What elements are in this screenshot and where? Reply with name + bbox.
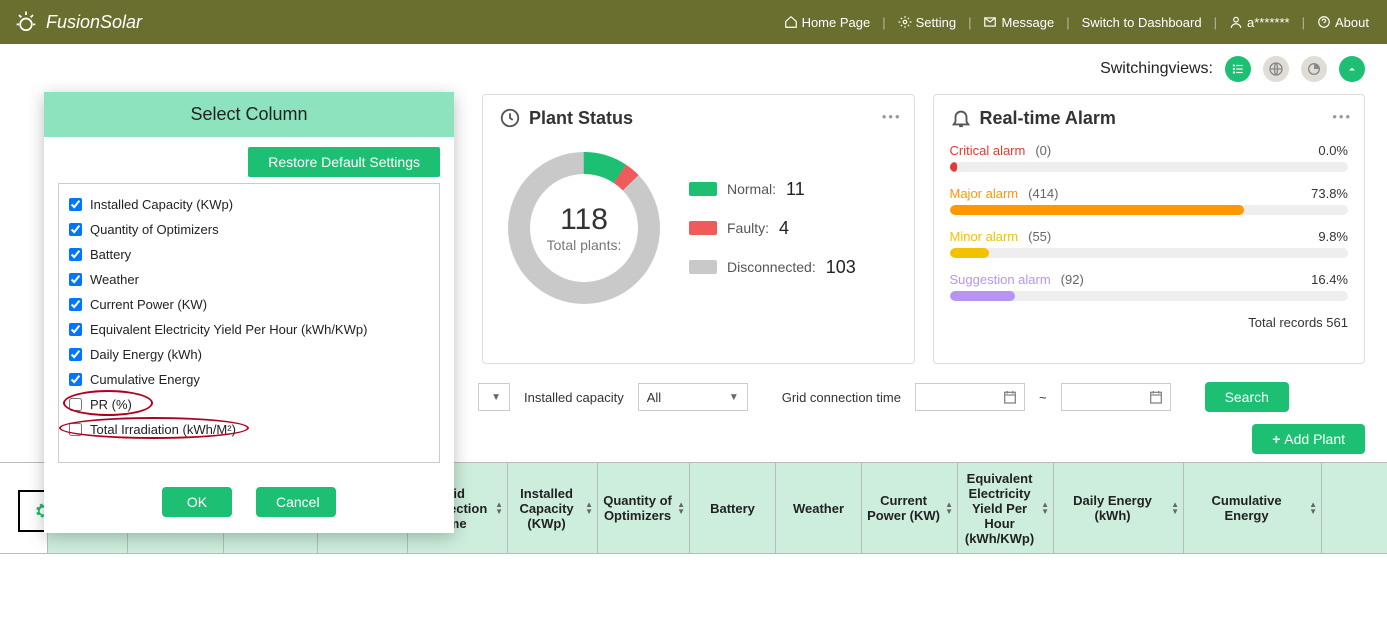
column-list[interactable]: Installed Capacity (KWp)Quantity of Opti… <box>58 183 440 463</box>
column-checkbox[interactable] <box>69 248 82 261</box>
total-records: Total records 561 <box>950 315 1349 330</box>
alarm-row[interactable]: Suggestion alarm(92)16.4% <box>950 272 1349 301</box>
column-option[interactable]: Equivalent Electricity Yield Per Hour (k… <box>69 317 429 342</box>
column-header[interactable]: Weather <box>776 463 862 553</box>
restore-defaults-button[interactable]: Restore Default Settings <box>248 147 440 177</box>
capacity-label: Installed capacity <box>524 390 624 405</box>
modal-title: Select Column <box>44 92 454 137</box>
column-header[interactable]: Current Power (KW)▲▼ <box>862 463 958 553</box>
column-checkbox[interactable] <box>69 298 82 311</box>
bell-icon <box>950 107 972 129</box>
legend-row: Faulty: 4 <box>689 218 856 239</box>
collapse-icon[interactable] <box>1339 56 1365 82</box>
ok-button[interactable]: OK <box>162 487 232 517</box>
column-header[interactable]: Quantity of Optimizers▲▼ <box>598 463 690 553</box>
column-checkbox[interactable] <box>69 348 82 361</box>
column-header[interactable]: Cumulative Energy▲▼ <box>1184 463 1322 553</box>
column-header[interactable]: Daily Energy (kWh)▲▼ <box>1054 463 1184 553</box>
card-menu-icon[interactable]: ••• <box>1332 109 1352 124</box>
date-to[interactable] <box>1061 383 1171 411</box>
plant-status-card: Plant Status ••• 118 Total plants: Norma… <box>482 94 915 364</box>
column-checkbox[interactable] <box>69 223 82 236</box>
alarm-row[interactable]: Critical alarm(0)0.0% <box>950 143 1349 172</box>
date-from[interactable] <box>915 383 1025 411</box>
topbar: FusionSolar Home Page | Setting | Messag… <box>0 0 1387 44</box>
cancel-button[interactable]: Cancel <box>256 487 336 517</box>
capacity-select[interactable]: All▼ <box>638 383 748 411</box>
total-plants-value: 118 <box>560 203 608 237</box>
add-plant-button[interactable]: + Add Plant <box>1252 424 1365 454</box>
clock-icon <box>499 107 521 129</box>
column-option[interactable]: Installed Capacity (KWp) <box>69 192 429 217</box>
alarm-row[interactable]: Major alarm(414)73.8% <box>950 186 1349 215</box>
nav-home[interactable]: Home Page <box>778 15 877 30</box>
plant-status-title: Plant Status <box>529 108 633 129</box>
column-option[interactable]: Quantity of Optimizers <box>69 217 429 242</box>
nav-user[interactable]: a******* <box>1223 15 1296 30</box>
column-option[interactable]: Current Power (KW) <box>69 292 429 317</box>
view-switcher: Switchingviews: <box>0 44 1387 94</box>
column-checkbox[interactable] <box>69 398 82 411</box>
chart-view-icon[interactable] <box>1301 56 1327 82</box>
switch-label: Switchingviews: <box>1100 60 1213 78</box>
globe-view-icon[interactable] <box>1263 56 1289 82</box>
grid-time-label: Grid connection time <box>782 390 901 405</box>
card-menu-icon[interactable]: ••• <box>882 109 902 124</box>
nav-setting[interactable]: Setting <box>892 15 962 30</box>
column-checkbox[interactable] <box>69 198 82 211</box>
plant-status-donut: 118 Total plants: <box>499 143 669 313</box>
column-option[interactable]: PR (%) <box>69 392 429 417</box>
column-checkbox[interactable] <box>69 323 82 336</box>
search-button[interactable]: Search <box>1205 382 1289 412</box>
column-checkbox[interactable] <box>69 423 82 436</box>
brand-logo: FusionSolar <box>12 8 142 36</box>
realtime-alarm-card: Real-time Alarm ••• Critical alarm(0)0.0… <box>933 94 1366 364</box>
column-option[interactable]: Battery <box>69 242 429 267</box>
column-option[interactable]: Weather <box>69 267 429 292</box>
nav-message[interactable]: Message <box>977 15 1060 30</box>
nav-about[interactable]: About <box>1311 15 1375 30</box>
column-header[interactable]: Battery <box>690 463 776 553</box>
nav-dashboard[interactable]: Switch to Dashboard <box>1076 15 1208 30</box>
column-option[interactable]: Cumulative Energy <box>69 367 429 392</box>
column-checkbox[interactable] <box>69 373 82 386</box>
legend-row: Disconnected: 103 <box>689 257 856 278</box>
column-option[interactable]: Daily Energy (kWh) <box>69 342 429 367</box>
legend-row: Normal: 11 <box>689 179 856 200</box>
column-header[interactable]: Equivalent Electricity Yield Per Hour (k… <box>958 463 1054 553</box>
select-column-modal: Select Column Restore Default Settings I… <box>44 92 454 533</box>
alarm-row[interactable]: Minor alarm(55)9.8% <box>950 229 1349 258</box>
column-checkbox[interactable] <box>69 273 82 286</box>
column-option[interactable]: Total Irradiation (kWh/M²) <box>69 417 429 442</box>
column-header[interactable]: Installed Capacity (KWp)▲▼ <box>508 463 598 553</box>
filter-dropdown[interactable]: ▼ <box>478 383 510 411</box>
alarm-title: Real-time Alarm <box>980 108 1116 129</box>
total-plants-label: Total plants: <box>547 237 622 253</box>
list-view-icon[interactable] <box>1225 56 1251 82</box>
